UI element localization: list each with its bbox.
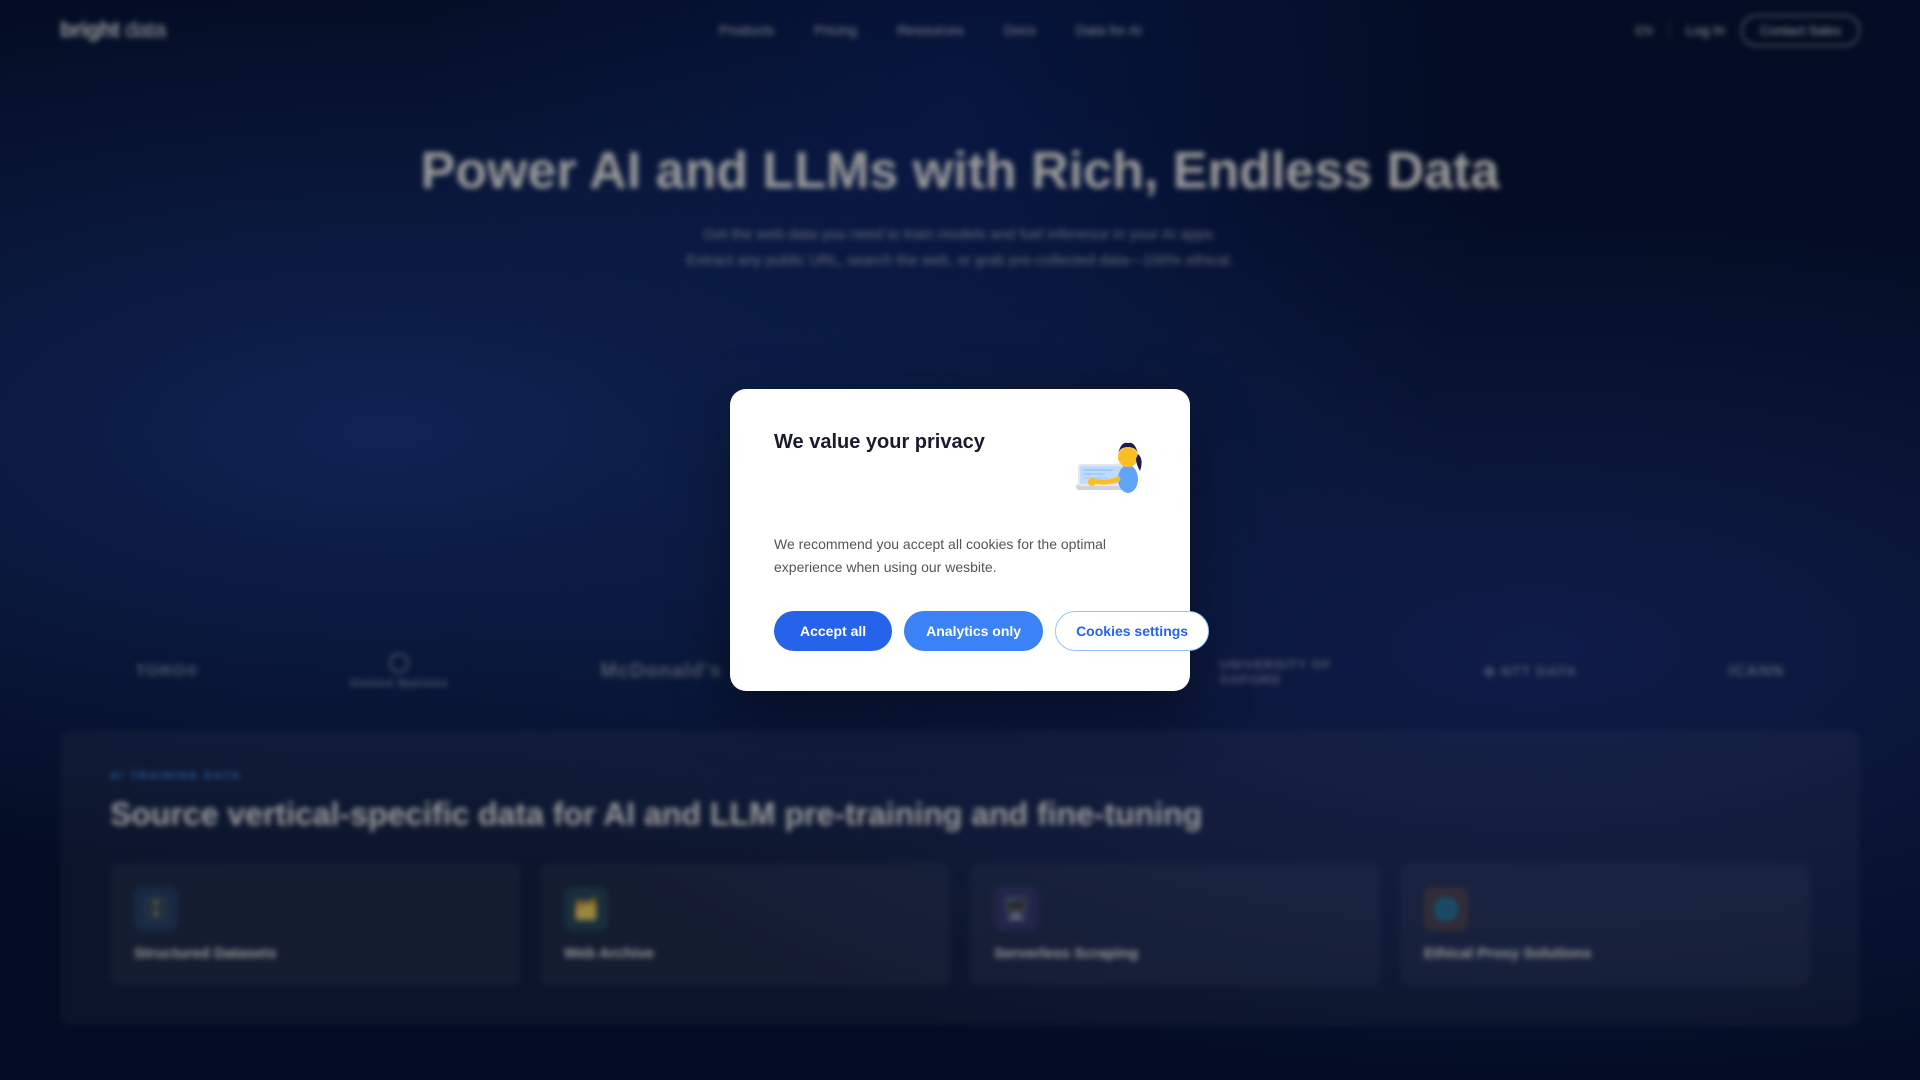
modal-overlay: We value your privacy [0,0,1920,1080]
cookies-settings-button[interactable]: Cookies settings [1055,611,1209,651]
modal-header: We value your privacy [774,429,1146,509]
modal-title: We value your privacy [774,429,1056,455]
modal-illustration [1056,429,1146,509]
privacy-modal: We value your privacy [730,389,1190,691]
analytics-only-button[interactable]: Analytics only [904,611,1043,651]
accept-all-button[interactable]: Accept all [774,611,892,651]
modal-buttons: Accept all Analytics only Cookies settin… [774,611,1146,651]
modal-description: We recommend you accept all cookies for … [774,533,1146,579]
